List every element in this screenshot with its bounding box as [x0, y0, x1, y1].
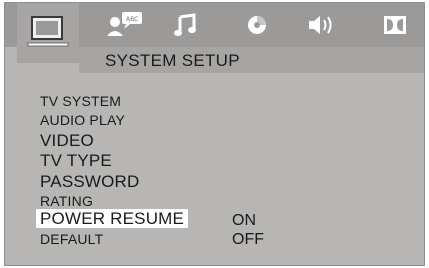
tab-speaker[interactable] [301, 3, 341, 47]
tv-icon [26, 15, 70, 51]
speaker-icon [307, 14, 335, 36]
dolby-icon [383, 15, 407, 35]
menu-item-password[interactable]: PASSWORD [40, 173, 140, 190]
tab-digital[interactable] [375, 3, 415, 47]
tab-bar: ABC [5, 3, 424, 63]
page-title: SYSTEM SETUP [105, 51, 240, 70]
tab-audio[interactable] [165, 3, 205, 47]
title-bar: SYSTEM SETUP [79, 47, 424, 73]
svg-text:ABC: ABC [126, 16, 138, 23]
setup-menu-panel: ABC SYSTEM SETUP TV SYSTEM AUDIO PLAY VI… [4, 2, 425, 266]
tab-language[interactable]: ABC [101, 3, 151, 47]
music-note-icon [172, 12, 198, 38]
option-on[interactable]: ON [232, 213, 256, 229]
option-off[interactable]: OFF [232, 232, 264, 248]
menu-item-tv-system[interactable]: TV SYSTEM [40, 94, 121, 108]
menu-item-tv-type[interactable]: TV TYPE [40, 152, 112, 169]
menu-item-audio-play[interactable]: AUDIO PLAY [40, 113, 125, 127]
menu-item-default[interactable]: DEFAULT [40, 232, 103, 246]
menu-item-rating[interactable]: RATING [40, 194, 93, 208]
user-speech-icon: ABC [105, 10, 147, 40]
color-palette-icon [245, 13, 269, 37]
menu-item-power-resume[interactable]: POWER RESUME [36, 209, 189, 228]
tab-system-setup[interactable] [17, 3, 79, 63]
menu-item-video[interactable]: VIDEO [40, 132, 94, 149]
tab-video[interactable] [237, 3, 277, 47]
